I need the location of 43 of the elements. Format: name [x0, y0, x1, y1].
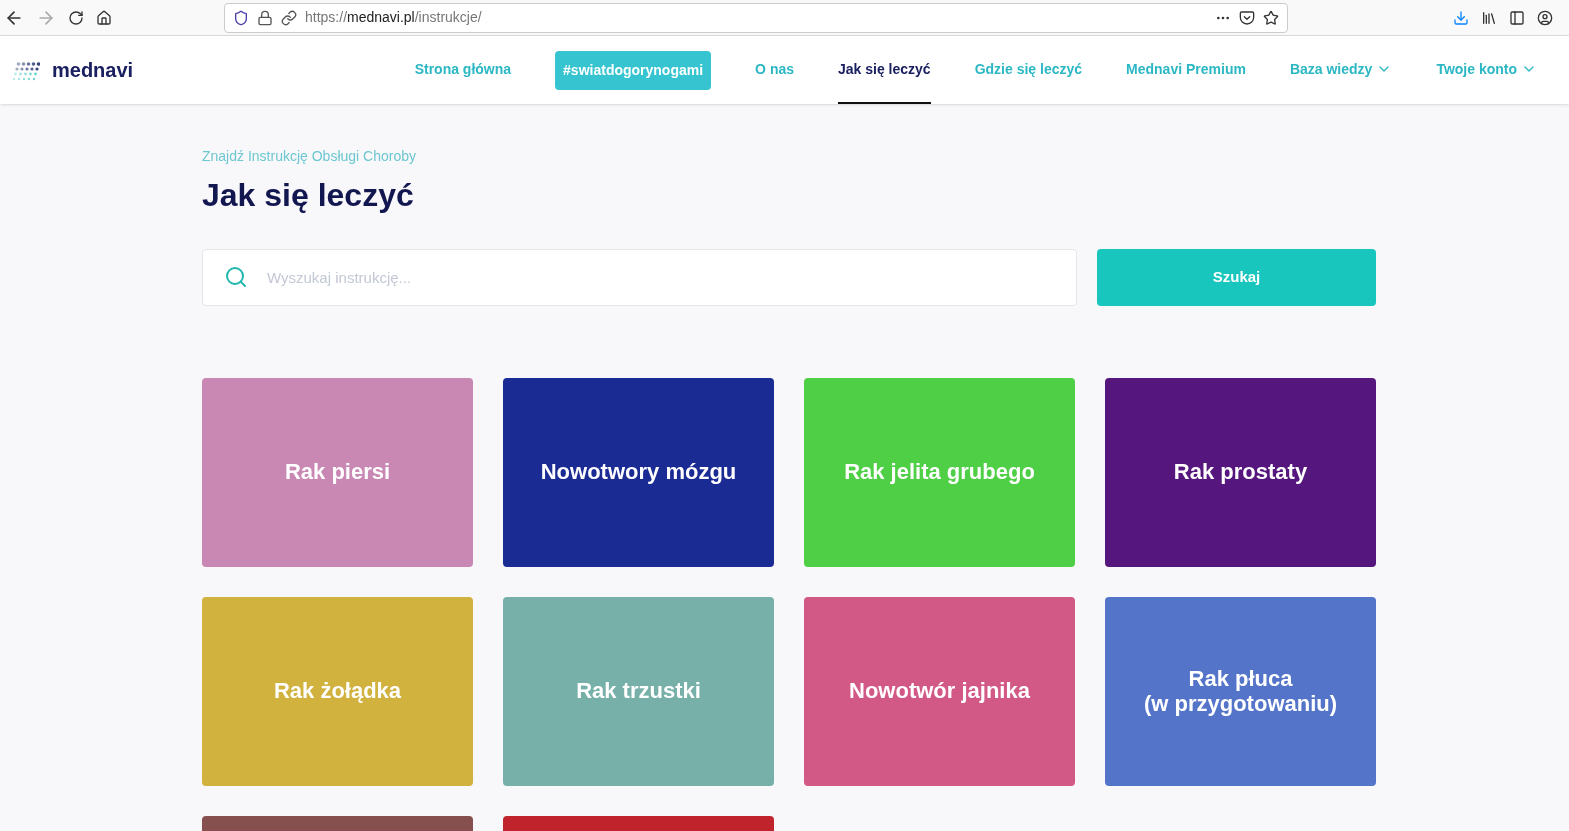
nav-link[interactable]: O nas	[755, 36, 794, 104]
card-title: Nowotwór jajnika	[849, 679, 1030, 704]
category-card[interactable]: Nowotwór jajnika	[804, 597, 1075, 786]
card-title: Rak piersi	[284, 460, 391, 485]
card-title: Rak trzustki	[576, 679, 701, 704]
account-icon[interactable]	[1537, 9, 1553, 26]
category-card[interactable]: Rak trzustki	[503, 597, 774, 786]
search-icon	[224, 265, 248, 289]
card-title: Rak jelita grubego	[844, 460, 1035, 485]
logo-text[interactable]: mednavi	[52, 55, 134, 85]
hashtag-button[interactable]: #swiatdogorynogami	[555, 50, 712, 90]
card-title: Rak płuca (w przygotowaniu)	[1143, 667, 1338, 716]
category-card[interactable]: Rak prostaty	[1105, 378, 1376, 567]
lock-icon	[257, 9, 273, 26]
home-icon[interactable]	[96, 9, 112, 26]
nav-link[interactable]: Jak się leczyć	[838, 36, 931, 104]
category-card[interactable]: Rak żołądka	[202, 597, 473, 786]
search-field[interactable]: Wyszukaj instrukcję...	[202, 249, 1077, 306]
card-title: Rak prostaty	[1173, 460, 1308, 485]
pocket-icon[interactable]	[1239, 9, 1255, 26]
library-icon[interactable]	[1481, 9, 1497, 26]
category-card[interactable]: Nowotwory mózgu	[503, 378, 774, 567]
category-card[interactable]: Rak piersi	[202, 378, 473, 567]
page-title: Jak się leczyć	[202, 176, 415, 215]
card-title: Rak żołądka	[273, 679, 402, 704]
nav-link[interactable]: Twoje konto	[1436, 36, 1537, 104]
address-bar[interactable]: https://mednavi.pl/instrukcje/	[224, 2, 1288, 33]
download-icon[interactable]	[1453, 9, 1469, 26]
shield-icon[interactable]	[233, 9, 249, 26]
star-icon[interactable]	[1263, 9, 1279, 26]
search-button[interactable]: Szukaj	[1097, 249, 1376, 306]
card-title: Nowotwory mózgu	[540, 460, 737, 485]
link-icon	[281, 9, 297, 26]
category-card[interactable]: Rak jelita grubego	[804, 378, 1075, 567]
nav-link[interactable]: Baza wiedzy	[1289, 36, 1393, 104]
nav-link[interactable]: Mednavi Premium	[1126, 36, 1246, 104]
breadcrumb: Znajdź Instrukcję Obsługi Choroby	[202, 147, 417, 166]
sidebar-icon[interactable]	[1509, 9, 1525, 26]
reload-icon[interactable]	[68, 9, 84, 26]
url-text: https://mednavi.pl/instrukcje/	[305, 8, 482, 27]
nav-link[interactable]: Strona główna	[414, 36, 512, 104]
category-card[interactable]: Rak płuca (w przygotowaniu)	[1105, 597, 1376, 786]
nav-link[interactable]: Gdzie się leczyć	[974, 36, 1083, 104]
